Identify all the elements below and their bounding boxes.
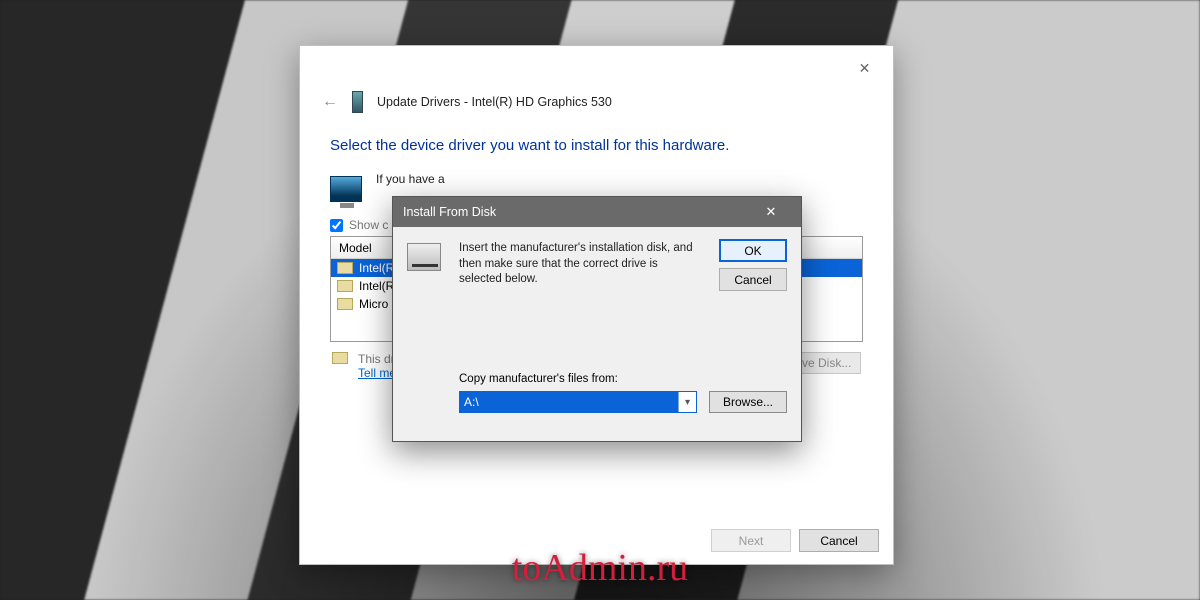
path-input[interactable] xyxy=(460,392,678,412)
list-item-label: Micro xyxy=(359,297,388,311)
show-compatible-label: Show c xyxy=(349,218,388,232)
chevron-down-icon[interactable]: ▾ xyxy=(678,392,696,412)
dialog-cancel-button[interactable]: Cancel xyxy=(719,268,787,291)
back-arrow-icon[interactable]: ← xyxy=(322,93,338,111)
wizard-instruction: Select the device driver you want to ins… xyxy=(330,137,863,154)
wizard-footer: Next Cancel xyxy=(711,529,879,552)
install-from-disk-dialog: Install From Disk ✕ Insert the manufactu… xyxy=(392,196,802,442)
dialog-titlebar: Install From Disk ✕ xyxy=(393,197,801,227)
card-icon xyxy=(337,298,353,310)
list-item-label: Intel(R xyxy=(359,261,394,275)
cert-icon xyxy=(332,352,348,364)
wizard-titlebar: ✕ xyxy=(300,46,893,91)
show-compatible-checkbox[interactable] xyxy=(330,219,343,232)
list-item-label: Intel(R xyxy=(359,279,394,293)
dialog-title: Install From Disk xyxy=(403,205,496,219)
monitor-icon xyxy=(330,176,362,202)
cancel-button[interactable]: Cancel xyxy=(799,529,879,552)
disk-icon xyxy=(407,243,441,271)
path-combobox[interactable]: ▾ xyxy=(459,391,697,413)
watermark: toAdmin.ru xyxy=(512,546,688,590)
dialog-message: Insert the manufacturer's installation d… xyxy=(459,241,697,288)
card-icon xyxy=(337,262,353,274)
wizard-info-text: If you have a xyxy=(376,172,863,186)
dialog-close-icon[interactable]: ✕ xyxy=(751,204,791,220)
wizard-title: Update Drivers - Intel(R) HD Graphics 53… xyxy=(377,95,612,109)
next-button: Next xyxy=(711,529,791,552)
copy-from-label: Copy manufacturer's files from: xyxy=(459,373,618,385)
wizard-header: ← Update Drivers - Intel(R) HD Graphics … xyxy=(300,91,893,117)
close-icon[interactable]: ✕ xyxy=(842,54,887,84)
card-icon xyxy=(337,280,353,292)
browse-button[interactable]: Browse... xyxy=(709,391,787,413)
ok-button[interactable]: OK xyxy=(719,239,787,262)
device-icon xyxy=(352,91,363,113)
